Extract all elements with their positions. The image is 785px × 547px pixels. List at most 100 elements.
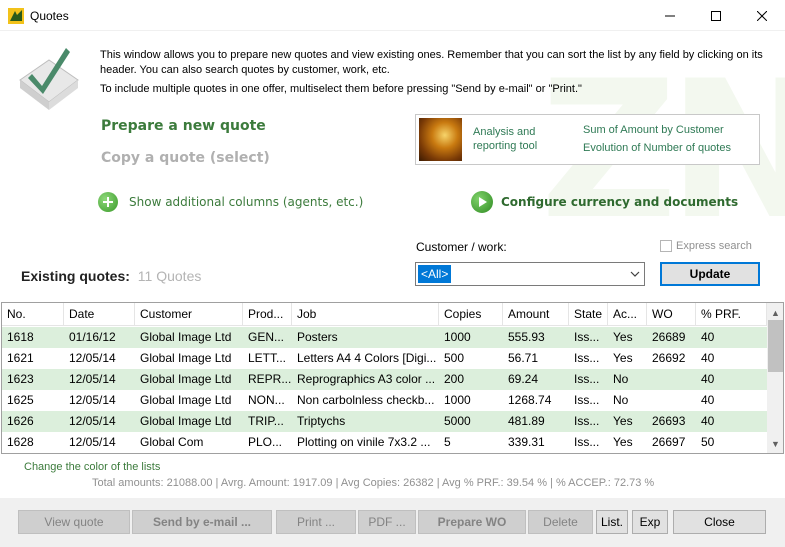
table-row[interactable]: 1628 12/05/14 Global Com PLO... Plotting on … <box>2 432 767 453</box>
header-state[interactable]: State <box>569 303 608 326</box>
close-window-button[interactable] <box>739 0 785 31</box>
list-button[interactable]: List. <box>596 510 628 534</box>
cell-prf: 40 <box>701 393 715 407</box>
scroll-up-icon[interactable]: ▲ <box>771 308 780 318</box>
table-row[interactable]: 1621 12/05/14 Global Image Ltd LETT... Lette… <box>2 348 767 369</box>
header-prf[interactable]: % PRF. <box>696 303 767 326</box>
export-button[interactable]: Exp <box>632 510 668 534</box>
cell-wo <box>647 390 696 411</box>
express-search-label: Express search <box>676 240 752 252</box>
table-row[interactable]: 1623 12/05/14 Global Image Ltd REPR... Repro… <box>2 369 767 390</box>
cell-customer: Global Image Ltd <box>140 372 232 386</box>
cell-product: TRIP... <box>248 414 284 428</box>
copy-quote-link[interactable]: Copy a quote (select) <box>101 150 270 166</box>
scrollbar-thumb[interactable] <box>768 320 783 372</box>
existing-quotes-heading: Existing quotes: 11 Quotes <box>21 268 201 284</box>
prepare-quote-link[interactable]: Prepare a new quote <box>101 118 266 134</box>
header-wo[interactable]: WO <box>647 303 696 326</box>
cell-no: 1618 <box>7 330 34 344</box>
minimize-button[interactable] <box>647 0 693 31</box>
maximize-icon <box>711 10 721 21</box>
cell-prf: 40 <box>701 414 715 428</box>
play-circle-icon <box>471 191 493 213</box>
sum-amount-by-customer-link[interactable]: Sum of Amount by Customer <box>583 124 724 136</box>
update-button[interactable]: Update <box>660 262 760 286</box>
totals-summary: Total amounts: 21088.00 | Avrg. Amount: … <box>92 477 655 489</box>
header-job[interactable]: Job <box>292 303 439 326</box>
cell-product: GEN... <box>248 330 285 344</box>
express-search-checkbox[interactable] <box>660 240 672 252</box>
cell-no: 1628 <box>7 435 34 449</box>
table-row[interactable]: 1618 01/16/12 Global Image Ltd GEN... Poster… <box>2 327 767 348</box>
chevron-down-icon <box>630 271 640 277</box>
title-bar: Quotes <box>0 0 785 31</box>
cell-date: 12/05/14 <box>69 435 116 449</box>
cell-amount: 56.71 <box>508 351 539 365</box>
close-button[interactable]: Close <box>673 510 766 534</box>
cell-prf: 40 <box>701 330 715 344</box>
express-search-option[interactable]: Express search <box>660 240 752 252</box>
delete-button[interactable]: Delete <box>528 510 593 534</box>
cell-state: Iss... <box>574 372 600 386</box>
cell-copies: 1000 <box>444 393 471 407</box>
cell-copies: 500 <box>444 351 465 365</box>
change-color-link[interactable]: Change the color of the lists <box>24 461 160 473</box>
cell-date: 12/05/14 <box>69 393 116 407</box>
header-amount[interactable]: Amount <box>503 303 569 326</box>
cell-date: 12/05/14 <box>69 372 116 386</box>
cell-wo <box>647 369 696 390</box>
footer-bar: View quote Send by e-mail ... Print ... … <box>0 498 785 547</box>
cell-job: Letters A4 4 Colors [Digi... <box>297 351 437 365</box>
cell-product: REPR... <box>248 372 292 386</box>
cell-date: 12/05/14 <box>69 414 116 428</box>
table-row[interactable]: 1625 12/05/14 Global Image Ltd NON... Non ca… <box>2 390 767 411</box>
cell-state: Iss... <box>574 330 600 344</box>
header-copies[interactable]: Copies <box>439 303 503 326</box>
show-columns-link[interactable]: Show additional columns (agents, etc.) <box>98 192 363 212</box>
cell-customer: Global Image Ltd <box>140 351 232 365</box>
intro-text: This window allows you to prepare new qu… <box>100 48 770 97</box>
header-date[interactable]: Date <box>64 303 135 326</box>
configure-currency-link[interactable]: Configure currency and documents <box>471 191 738 213</box>
existing-quotes-count: 11 Quotes <box>137 268 202 284</box>
header-no[interactable]: No. <box>2 303 64 326</box>
header-customer[interactable]: Customer <box>135 303 243 326</box>
header-product[interactable]: Prod... <box>243 303 292 326</box>
cell-wo: 26692 <box>652 351 686 365</box>
cell-customer: Global Com <box>140 435 204 449</box>
scroll-down-icon[interactable]: ▼ <box>771 439 780 449</box>
cell-copies: 5 <box>444 435 451 449</box>
analysis-tool-link[interactable]: Analysis and reporting tool <box>473 125 563 153</box>
header-accepted[interactable]: Ac... <box>608 303 647 326</box>
table-row[interactable]: 1626 12/05/14 Global Image Ltd TRIP... Tript… <box>2 411 767 432</box>
cell-amount: 69.24 <box>508 372 539 386</box>
analysis-image <box>419 118 462 161</box>
cell-job: Posters <box>297 330 338 344</box>
cell-product: PLO... <box>248 435 283 449</box>
print-button[interactable]: Print ... <box>276 510 356 534</box>
vertical-scrollbar[interactable]: ▲ ▼ <box>767 303 783 453</box>
pdf-button[interactable]: PDF ... <box>358 510 416 534</box>
plus-circle-icon <box>98 192 118 212</box>
cell-job: Non carbolnless checkb... <box>297 393 435 407</box>
intro-line-2: To include multiple quotes in one offer,… <box>100 83 582 95</box>
intro-line-1: This window allows you to prepare new qu… <box>100 49 763 76</box>
analysis-panel: Analysis and reporting tool Sum of Amoun… <box>415 114 760 165</box>
cell-product: LETT... <box>248 351 287 365</box>
send-email-button[interactable]: Send by e-mail ... <box>132 510 272 534</box>
cell-accepted: Yes <box>613 351 633 365</box>
view-quote-button[interactable]: View quote <box>18 510 130 534</box>
prepare-wo-button[interactable]: Prepare WO <box>418 510 526 534</box>
cell-job: Reprographics A3 color ... <box>297 372 436 386</box>
existing-quotes-label: Existing quotes: <box>21 268 130 284</box>
evolution-quotes-link[interactable]: Evolution of Number of quotes <box>583 142 731 154</box>
maximize-button[interactable] <box>693 0 739 31</box>
customer-work-label: Customer / work: <box>416 240 507 254</box>
table-header: No. Date Customer Prod... Job Copies Amo… <box>2 303 767 326</box>
cell-accepted: Yes <box>613 330 633 344</box>
customer-select[interactable]: <All> <box>415 262 645 286</box>
cell-copies: 5000 <box>444 414 471 428</box>
cell-accepted: Yes <box>613 435 633 449</box>
cell-no: 1626 <box>7 414 34 428</box>
cell-accepted: Yes <box>613 414 633 428</box>
